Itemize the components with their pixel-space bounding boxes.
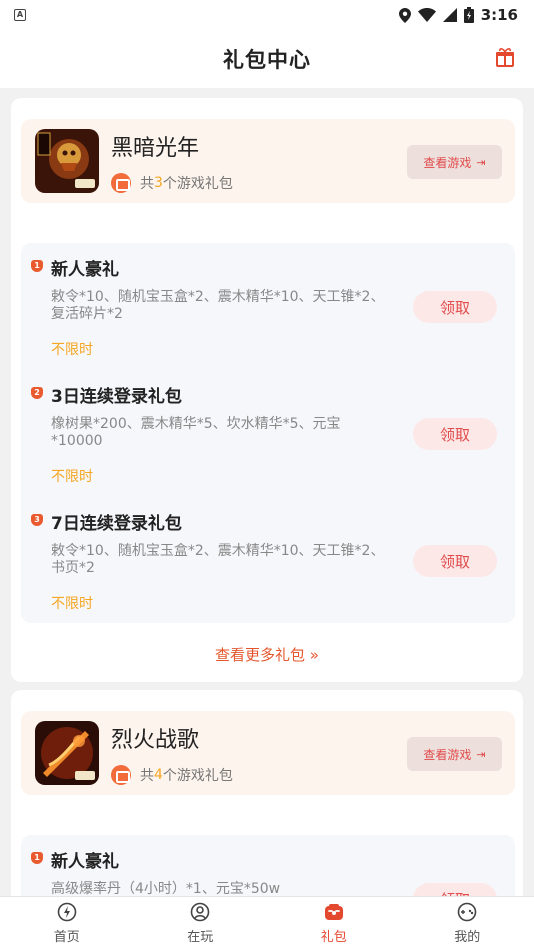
gift-bag-icon: [111, 765, 131, 785]
gift-count: 共 3 个游戏礼包: [111, 173, 233, 193]
game-card: 黑暗光年 共 3 个游戏礼包 查看游戏 ⇥ 1 新人豪礼 敕令*10、随机宝玉盒*2…: [11, 98, 523, 682]
gift-count-prefix: 共: [140, 176, 154, 192]
status-time: 3:16: [480, 6, 518, 24]
claim-button[interactable]: 领取: [413, 418, 497, 450]
status-icons: 3:16: [398, 6, 518, 24]
game-thumbnail[interactable]: [35, 721, 99, 785]
package-list: 1 新人豪礼 敕令*10、随机宝玉盒*2、震木精华*10、天工锥*2、复活碎片*…: [21, 243, 515, 623]
nav-item-profile[interactable]: 我的: [401, 897, 534, 950]
package-item: 1 新人豪礼 高级爆率丹（4小时）*1、元宝*50w 领取: [21, 835, 515, 896]
game-name: 黑暗光年: [111, 136, 200, 161]
game-header: 黑暗光年 共 3 个游戏礼包 查看游戏 ⇥: [21, 119, 515, 203]
package-title: 3日连续登录礼包: [51, 387, 182, 407]
nav-item-home[interactable]: 首页: [0, 897, 134, 950]
nav-label: 首页: [53, 930, 80, 945]
view-game-label: 查看游戏: [423, 155, 472, 170]
package-validity: 不限时: [51, 469, 93, 485]
wifi-icon: [417, 8, 436, 22]
nav-label: 礼包: [320, 930, 347, 945]
package-contents: 橡树果*200、震木精华*5、坎水精华*5、元宝*10000: [51, 416, 341, 449]
gift-count-number: 4: [154, 767, 163, 783]
package-contents: 敕令*10、随机宝玉盒*2、震木精华*10、天工锥*2、书页*2: [51, 543, 385, 576]
gift-count-suffix: 个游戏礼包: [162, 768, 233, 784]
view-game-button[interactable]: 查看游戏 ⇥: [407, 145, 502, 179]
battery-icon: [463, 7, 474, 23]
nav-item-gifts[interactable]: 礼包: [267, 897, 401, 950]
signal-icon: [442, 8, 457, 22]
claim-button[interactable]: 领取: [413, 883, 497, 896]
bottom-nav: 首页 在玩 礼包 我的: [0, 896, 534, 950]
package-validity: 不限时: [51, 342, 93, 358]
gift-count: 共 4 个游戏礼包: [111, 765, 233, 785]
package-title: 新人豪礼: [51, 260, 119, 280]
nav-item-playing[interactable]: 在玩: [134, 897, 268, 950]
rank-badge-icon: 1: [31, 852, 43, 864]
enter-icon: ⇥: [476, 155, 486, 169]
gift-list[interactable]: 黑暗光年 共 3 个游戏礼包 查看游戏 ⇥ 1 新人豪礼 敕令*10、随机宝玉盒*2…: [0, 88, 534, 896]
home-icon: [57, 902, 77, 922]
gift-count-number: 3: [154, 175, 163, 191]
package-title: 7日连续登录礼包: [51, 514, 182, 534]
page-title: 礼包中心: [223, 48, 311, 72]
package-item: 3 7日连续登录礼包 敕令*10、随机宝玉盒*2、震木精华*10、天工锥*2、书…: [21, 497, 515, 617]
profile-icon: [457, 902, 477, 922]
location-icon: [398, 7, 411, 23]
view-game-button[interactable]: 查看游戏 ⇥: [407, 737, 502, 771]
rank-badge-icon: 3: [31, 514, 43, 526]
enter-icon: ⇥: [476, 747, 486, 761]
nav-label: 我的: [454, 930, 481, 945]
view-game-label: 查看游戏: [423, 747, 472, 762]
nav-label: 在玩: [187, 930, 214, 945]
game-thumbnail[interactable]: [35, 129, 99, 193]
gift-icon[interactable]: [494, 46, 516, 68]
gift-bag-icon: [324, 904, 343, 920]
app-header: 礼包中心: [0, 30, 534, 88]
package-contents: 敕令*10、随机宝玉盒*2、震木精华*10、天工锥*2、复活碎片*2: [51, 289, 385, 322]
package-list: 1 新人豪礼 高级爆率丹（4小时）*1、元宝*50w 领取: [21, 835, 515, 896]
claim-button[interactable]: 领取: [413, 291, 497, 323]
notification-icon: A: [14, 9, 26, 21]
view-more-packages-link[interactable]: 查看更多礼包 »: [11, 644, 523, 665]
package-title: 新人豪礼: [51, 852, 119, 872]
rank-badge-icon: 2: [31, 387, 43, 399]
gift-count-suffix: 个游戏礼包: [162, 176, 233, 192]
gift-bag-icon: [111, 173, 131, 193]
playing-icon: [190, 902, 210, 922]
package-item: 1 新人豪礼 敕令*10、随机宝玉盒*2、震木精华*10、天工锥*2、复活碎片*…: [21, 243, 515, 363]
package-validity: 不限时: [51, 596, 93, 612]
game-card: 烈火战歌 共 4 个游戏礼包 查看游戏 ⇥ 1 新人豪礼 高级爆率丹（4小时）*1、…: [11, 690, 523, 896]
game-header: 烈火战歌 共 4 个游戏礼包 查看游戏 ⇥: [21, 711, 515, 795]
package-item: 2 3日连续登录礼包 橡树果*200、震木精华*5、坎水精华*5、元宝*1000…: [21, 370, 515, 490]
status-bar: A 3:16: [0, 0, 534, 30]
gift-count-prefix: 共: [140, 768, 154, 784]
claim-button[interactable]: 领取: [413, 545, 497, 577]
game-name: 烈火战歌: [111, 728, 200, 753]
package-contents: 高级爆率丹（4小时）*1、元宝*50w: [51, 881, 281, 896]
rank-badge-icon: 1: [31, 260, 43, 272]
